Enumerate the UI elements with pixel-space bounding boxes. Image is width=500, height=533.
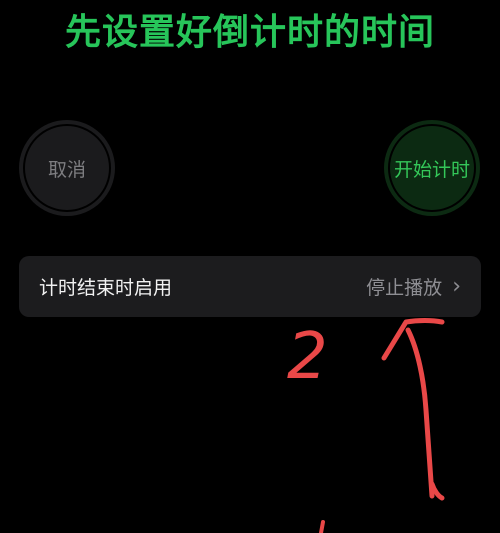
handwritten-annotation: 2	[287, 318, 445, 533]
annotation-step-number: 2	[287, 320, 328, 394]
annotation-stroke-fragment	[319, 520, 325, 533]
annotation-arrow-shaft	[405, 327, 435, 499]
